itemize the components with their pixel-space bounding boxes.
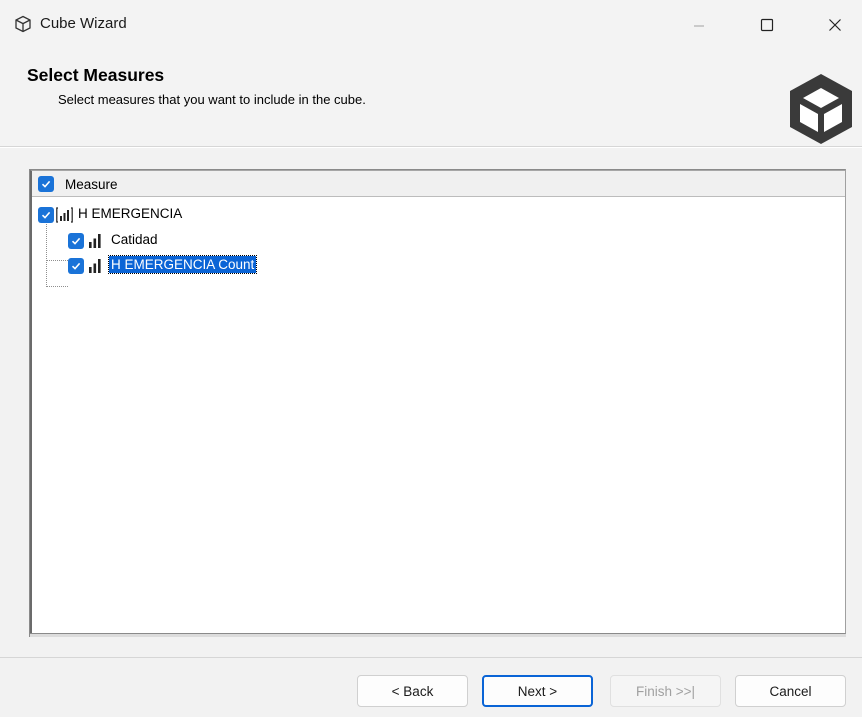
- checkmark-icon: [41, 180, 51, 188]
- page-title: Select Measures: [27, 65, 165, 85]
- wizard-footer: < Back Next > Finish >>| Cancel: [0, 658, 862, 717]
- tree-node-measure-group[interactable]: H EMERGENCIA: [38, 204, 438, 226]
- title-bar: Cube Wizard: [0, 0, 862, 50]
- tree-connector: [46, 286, 68, 287]
- tree-node-measure-selected[interactable]: H EMERGENCIA Count: [68, 255, 468, 277]
- checkmark-icon: [41, 211, 51, 219]
- minimize-button[interactable]: [676, 0, 722, 50]
- measure-checkbox[interactable]: [68, 233, 84, 249]
- close-icon: [829, 19, 841, 31]
- maximize-button[interactable]: [744, 0, 790, 50]
- cancel-button[interactable]: Cancel: [735, 675, 846, 707]
- checkmark-icon: [71, 262, 81, 270]
- measures-tree[interactable]: Measure H EMERGENCIA Catidad H EMERGENCI…: [29, 169, 846, 634]
- measure-icon: [89, 234, 101, 248]
- page-description: Select measures that you want to include…: [58, 92, 366, 107]
- measure-icon: [89, 259, 101, 273]
- tree-connector: [46, 260, 68, 261]
- window-title: Cube Wizard: [40, 15, 127, 32]
- close-button[interactable]: [812, 0, 858, 50]
- wizard-header: Select Measures Select measures that you…: [0, 50, 862, 147]
- tree-node-measure[interactable]: Catidad: [68, 230, 468, 252]
- column-header-label: Measure: [65, 177, 118, 192]
- finish-button[interactable]: Finish >>|: [610, 675, 721, 707]
- minimize-icon: [694, 25, 704, 27]
- measure-label: Catidad: [111, 232, 158, 247]
- measure-checkbox[interactable]: [68, 258, 84, 274]
- tree-bottom-edge: [29, 634, 846, 637]
- column-header-checkbox[interactable]: [38, 176, 54, 192]
- cube-icon: [15, 15, 31, 33]
- header-divider: [0, 146, 862, 147]
- next-button[interactable]: Next >: [482, 675, 593, 707]
- measure-group-checkbox[interactable]: [38, 207, 54, 223]
- maximize-icon: [760, 18, 774, 32]
- wizard-content: Measure H EMERGENCIA Catidad H EMERGENCI…: [0, 148, 862, 657]
- tree-column-header[interactable]: Measure: [32, 171, 845, 197]
- cube-logo-icon: [790, 74, 852, 144]
- back-button[interactable]: < Back: [357, 675, 468, 707]
- checkmark-icon: [71, 237, 81, 245]
- measure-group-icon: [56, 207, 73, 223]
- measure-label-selected: H EMERGENCIA Count: [107, 255, 258, 274]
- measure-group-label: H EMERGENCIA: [78, 206, 183, 221]
